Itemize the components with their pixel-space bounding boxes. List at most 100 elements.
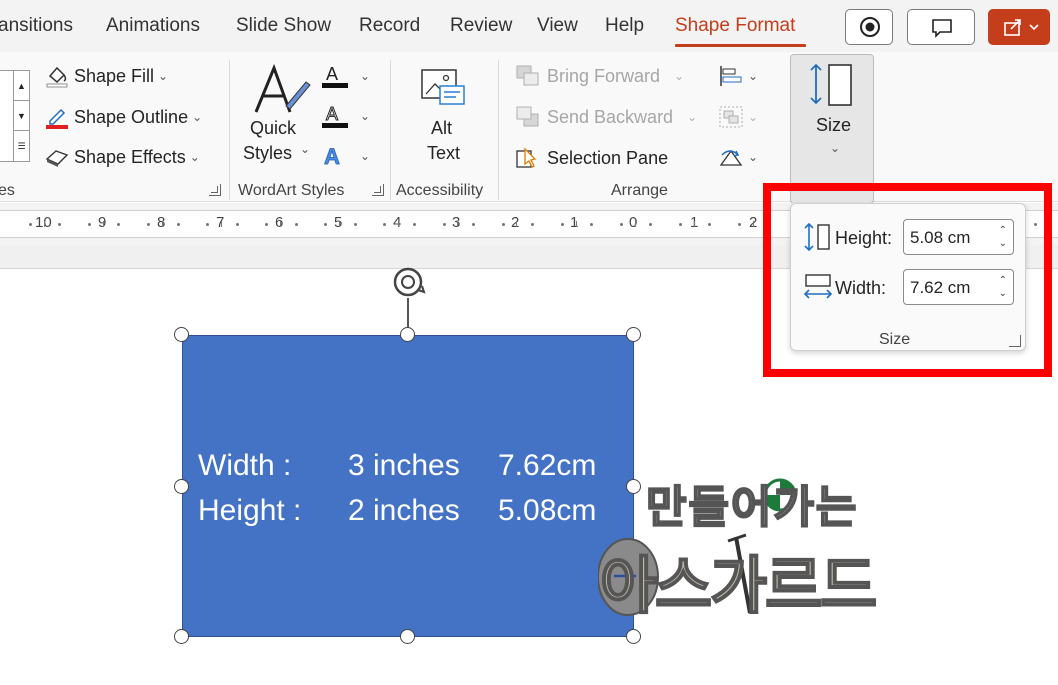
ruler-dot xyxy=(87,223,91,226)
accessibility-group-label: Accessibility xyxy=(396,182,484,199)
logo-line2: 아스가르드 xyxy=(599,548,878,623)
ruler-tick xyxy=(575,221,577,227)
resize-handle-top-right[interactable] xyxy=(626,327,641,342)
align-icon xyxy=(720,66,742,86)
shape-styles-group-label: es xyxy=(0,182,15,199)
resize-handle-bottom-right[interactable] xyxy=(626,629,641,644)
resize-handle-left[interactable] xyxy=(174,479,189,494)
ruler-tick xyxy=(43,221,45,227)
bring-forward-icon xyxy=(516,65,539,86)
ruler-tick xyxy=(752,221,754,227)
send-backward-button[interactable]: Send Backward ⌄ xyxy=(515,105,697,129)
svg-text:A: A xyxy=(326,64,338,84)
align-button[interactable]: ⌄ xyxy=(718,64,758,88)
chevron-down-icon: ⌄ xyxy=(830,141,841,155)
tab-animations[interactable]: Animations xyxy=(106,15,200,37)
ruler-dot xyxy=(619,223,623,226)
shape-fill-label: Shape Fill xyxy=(74,65,155,86)
chevron-down-icon: ⌄ xyxy=(189,150,200,164)
ruler-tick xyxy=(339,221,341,227)
rotate-handle-icon[interactable] xyxy=(388,262,428,302)
share-button[interactable] xyxy=(988,9,1050,45)
group-separator xyxy=(498,60,499,200)
watermark-logo: 만들어가는 아스가르드 xyxy=(598,467,983,623)
ruler-tick xyxy=(102,221,104,227)
text-effects-icon: A xyxy=(324,144,341,170)
ruler-dot xyxy=(412,223,416,226)
chevron-down-icon: ⌄ xyxy=(748,69,759,83)
chevron-down-icon: ⌄ xyxy=(748,150,759,164)
resize-handle-top-left[interactable] xyxy=(174,327,189,342)
shape-fill-button[interactable]: Shape Fill ⌄ xyxy=(44,64,168,88)
selection-pane-button[interactable]: Selection Pane xyxy=(515,145,668,171)
tab-shape-format[interactable]: Shape Format xyxy=(675,15,795,37)
gallery-down-icon[interactable]: ▼ xyxy=(13,101,29,131)
tab-help[interactable]: Help xyxy=(605,15,644,37)
shape-effects-label: Shape Effects xyxy=(74,146,186,167)
gallery-more-icon[interactable]: ☰ xyxy=(13,131,29,161)
text-outline-button[interactable]: A ⌄ xyxy=(320,102,370,130)
ruler-dot xyxy=(353,223,357,226)
active-tab-underline xyxy=(675,44,806,47)
resize-handle-bottom[interactable] xyxy=(400,629,415,644)
tab-slide-show[interactable]: Slide Show xyxy=(236,15,331,37)
ruler-dot xyxy=(442,223,446,226)
size-button[interactable]: Size ⌄ xyxy=(790,54,874,204)
shape-styles-launcher-icon[interactable] xyxy=(209,184,221,196)
send-backward-label: Send Backward xyxy=(547,106,674,127)
text-fill-button[interactable]: A ⌄ xyxy=(320,62,370,90)
ruler-dot xyxy=(678,223,682,226)
alt-text-button[interactable]: Alt Text xyxy=(410,64,476,174)
group-objects-button[interactable]: ⌄ xyxy=(718,105,758,129)
ruler-tick xyxy=(398,221,400,227)
tab-record[interactable]: Record xyxy=(359,15,420,37)
resize-handle-bottom-left[interactable] xyxy=(174,629,189,644)
quick-styles-label-2: Styles xyxy=(243,143,293,163)
quick-styles-label-1: Quick xyxy=(250,118,297,138)
wordart-a-icon xyxy=(254,63,311,113)
shape-effects-button[interactable]: Shape Effects ⌄ xyxy=(44,145,200,169)
paint-bucket-icon xyxy=(46,66,68,88)
ruler-dot xyxy=(147,223,150,226)
ruler-dot xyxy=(738,223,741,226)
width-label: Width : xyxy=(198,449,292,482)
bring-forward-button[interactable]: Bring Forward ⌄ xyxy=(515,64,684,88)
record-button[interactable] xyxy=(845,9,893,45)
rotate-button[interactable]: ⌄ xyxy=(718,145,758,169)
ruler-tick xyxy=(693,221,695,227)
tab-review[interactable]: Review xyxy=(450,15,512,37)
wordart-launcher-icon[interactable] xyxy=(372,184,384,196)
shape-outline-button[interactable]: Shape Outline ⌄ xyxy=(44,104,202,130)
height-inches: 2 inches xyxy=(348,494,460,527)
wordart-styles-group-label: WordArt Styles xyxy=(238,182,345,199)
text-fill-icon: A xyxy=(322,64,348,88)
comment-icon xyxy=(932,19,952,38)
rotate-icon xyxy=(719,149,743,166)
ruler-label: 0 xyxy=(629,214,638,231)
quick-styles-button[interactable]: Quick Styles ⌄ xyxy=(238,62,314,170)
gallery-up-icon[interactable]: ▲ xyxy=(13,71,29,101)
text-effects-button[interactable]: A ⌄ xyxy=(320,142,370,170)
ruler-dot xyxy=(28,223,32,226)
pen-outline-icon xyxy=(46,108,68,129)
ruler-label: 4 xyxy=(393,214,402,231)
alt-text-icon xyxy=(421,69,465,105)
ruler-tick xyxy=(280,221,281,227)
resize-handle-top[interactable] xyxy=(400,327,415,342)
ruler-tick xyxy=(634,221,636,227)
share-icon xyxy=(1004,19,1039,36)
ruler-dot xyxy=(501,223,505,226)
svg-text:A: A xyxy=(326,104,338,124)
chevron-down-icon: ⌄ xyxy=(192,110,203,124)
shape-styles-gallery[interactable]: ▲ ▼ ☰ xyxy=(0,70,30,162)
shape-effects-icon xyxy=(45,150,69,167)
comments-button[interactable] xyxy=(907,9,975,45)
record-icon xyxy=(860,17,880,37)
tab-view[interactable]: View xyxy=(537,15,578,37)
chevron-down-icon: ⌄ xyxy=(158,69,169,83)
chevron-down-icon: ⌄ xyxy=(360,109,371,123)
tab-transitions[interactable]: ansitions xyxy=(0,15,73,37)
send-backward-icon xyxy=(516,106,539,127)
selected-rectangle-shape[interactable] xyxy=(182,335,634,637)
height-cm: 5.08cm xyxy=(498,494,597,527)
